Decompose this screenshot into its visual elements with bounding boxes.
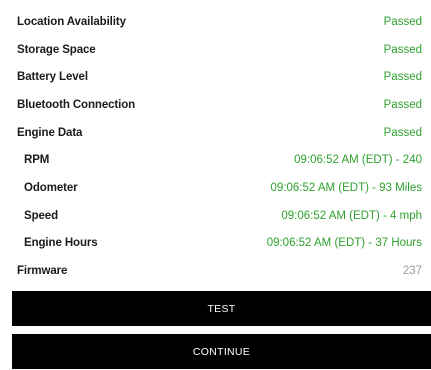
diagnostics-panel: Location Availability Passed Storage Spa… <box>0 0 431 370</box>
test-button[interactable]: TEST <box>12 291 431 326</box>
engine-row-odometer: Odometer 09:06:52 AM (EDT) - 93 Miles <box>0 174 431 202</box>
check-row-location: Location Availability Passed <box>0 8 431 36</box>
engine-value: 09:06:52 AM (EDT) - 37 Hours <box>266 237 422 250</box>
engine-label: Engine Hours <box>24 237 98 250</box>
check-status: Passed <box>383 15 422 28</box>
diagnostics-list: Location Availability Passed Storage Spa… <box>0 8 431 285</box>
check-status: Passed <box>383 126 422 139</box>
engine-value: 09:06:52 AM (EDT) - 240 <box>294 154 422 167</box>
continue-button[interactable]: CONTINUE <box>12 334 431 369</box>
engine-value: 09:06:52 AM (EDT) - 4 mph <box>281 209 422 222</box>
check-row-battery: Battery Level Passed <box>0 63 431 91</box>
check-status: Passed <box>383 71 422 84</box>
engine-value: 09:06:52 AM (EDT) - 93 Miles <box>270 181 422 194</box>
check-status: Passed <box>383 98 422 111</box>
firmware-row: Firmware 237 <box>0 257 431 285</box>
engine-label: Speed <box>24 209 59 222</box>
firmware-value: 237 <box>402 265 422 278</box>
engine-label: Odometer <box>24 181 78 194</box>
firmware-label: Firmware <box>17 265 68 278</box>
check-label: Location Availability <box>17 15 126 28</box>
check-label: Engine Data <box>17 126 83 139</box>
check-label: Bluetooth Connection <box>17 98 136 111</box>
check-label: Storage Space <box>17 43 96 56</box>
check-label: Battery Level <box>17 71 88 84</box>
engine-label: RPM <box>24 154 50 167</box>
check-status: Passed <box>383 43 422 56</box>
engine-row-speed: Speed 09:06:52 AM (EDT) - 4 mph <box>0 202 431 230</box>
check-row-bluetooth: Bluetooth Connection Passed <box>0 91 431 119</box>
check-row-engine-data: Engine Data Passed <box>0 119 431 147</box>
engine-row-engine-hours: Engine Hours 09:06:52 AM (EDT) - 37 Hour… <box>0 230 431 258</box>
engine-row-rpm: RPM 09:06:52 AM (EDT) - 240 <box>0 146 431 174</box>
check-row-storage: Storage Space Passed <box>0 36 431 64</box>
